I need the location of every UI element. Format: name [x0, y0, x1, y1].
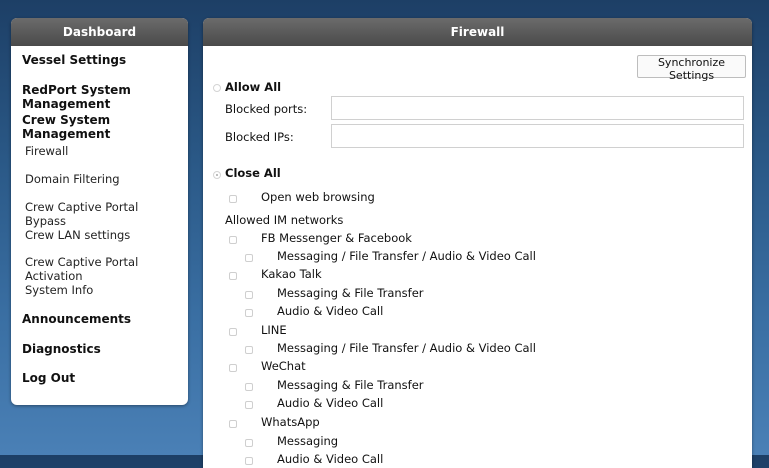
kakao-call-label: Audio & Video Call — [277, 304, 384, 318]
sidebar-item-vessel-settings[interactable]: Vessel Settings — [11, 53, 137, 67]
fb-messenger-label: FB Messenger & Facebook — [261, 231, 412, 245]
allow-all-radio[interactable] — [213, 84, 221, 92]
blocked-ips-label: Blocked IPs: — [225, 130, 294, 144]
wechat-messaging-checkbox[interactable] — [245, 383, 253, 391]
close-all-label: Close All — [225, 166, 281, 180]
sidebar-item-crew-lan-settings[interactable]: Crew LAN settings — [11, 228, 141, 242]
blocked-ports-label: Blocked ports: — [225, 102, 308, 116]
sidebar-item-system-info[interactable]: System Info — [11, 283, 104, 297]
open-web-browsing-checkbox[interactable] — [229, 195, 237, 203]
allowed-im-networks-label: Allowed IM networks — [225, 213, 344, 227]
wechat-call-checkbox[interactable] — [245, 401, 253, 409]
sidebar: Dashboard Vessel Settings RedPort System… — [11, 18, 188, 405]
synchronize-settings-button[interactable]: Synchronize Settings — [637, 55, 746, 82]
whatsapp-call-checkbox[interactable] — [245, 457, 253, 465]
whatsapp-label: WhatsApp — [261, 415, 320, 429]
fb-messenger-option-checkbox[interactable] — [245, 254, 253, 262]
panel-title: Firewall — [203, 18, 752, 46]
whatsapp-call-label: Audio & Video Call — [277, 452, 384, 466]
whatsapp-messaging-label: Messaging — [277, 434, 339, 448]
allow-all-label: Allow All — [225, 80, 282, 94]
sidebar-item-log-out[interactable]: Log Out — [11, 371, 86, 385]
kakao-talk-label: Kakao Talk — [261, 267, 322, 281]
sidebar-item-crew-system-management[interactable]: Crew System Management — [11, 113, 188, 141]
kakao-talk-checkbox[interactable] — [229, 272, 237, 280]
sidebar-item-firewall[interactable]: Firewall — [11, 144, 79, 158]
fb-messenger-option-label: Messaging / File Transfer / Audio & Vide… — [277, 249, 536, 263]
sidebar-item-redport-system-management[interactable]: RedPort System Management — [11, 83, 188, 111]
wechat-checkbox[interactable] — [229, 364, 237, 372]
sidebar-item-domain-filtering[interactable]: Domain Filtering — [11, 172, 131, 186]
blocked-ips-input[interactable] — [331, 124, 744, 148]
sidebar-item-crew-captive-portal-activation[interactable]: Crew Captive Portal Activation — [11, 255, 188, 283]
line-option-label: Messaging / File Transfer / Audio & Vide… — [277, 341, 536, 355]
kakao-call-checkbox[interactable] — [245, 309, 253, 317]
sidebar-item-announcements[interactable]: Announcements — [11, 312, 142, 326]
sidebar-item-crew-captive-portal-bypass[interactable]: Crew Captive Portal Bypass — [11, 200, 188, 228]
wechat-call-label: Audio & Video Call — [277, 396, 384, 410]
blocked-ports-input[interactable] — [331, 96, 744, 120]
kakao-messaging-label: Messaging & File Transfer — [277, 286, 424, 300]
line-option-checkbox[interactable] — [245, 346, 253, 354]
kakao-messaging-checkbox[interactable] — [245, 291, 253, 299]
whatsapp-messaging-checkbox[interactable] — [245, 439, 253, 447]
open-web-browsing-label: Open web browsing — [261, 190, 375, 204]
whatsapp-checkbox[interactable] — [229, 420, 237, 428]
wechat-messaging-label: Messaging & File Transfer — [277, 378, 424, 392]
sidebar-title: Dashboard — [11, 18, 188, 46]
close-all-radio[interactable] — [213, 171, 221, 179]
wechat-label: WeChat — [261, 359, 306, 373]
sidebar-item-diagnostics[interactable]: Diagnostics — [11, 342, 112, 356]
line-checkbox[interactable] — [229, 328, 237, 336]
fb-messenger-checkbox[interactable] — [229, 236, 237, 244]
firewall-panel: Firewall Synchronize Settings Allow All … — [203, 18, 752, 468]
line-label: LINE — [261, 323, 287, 337]
